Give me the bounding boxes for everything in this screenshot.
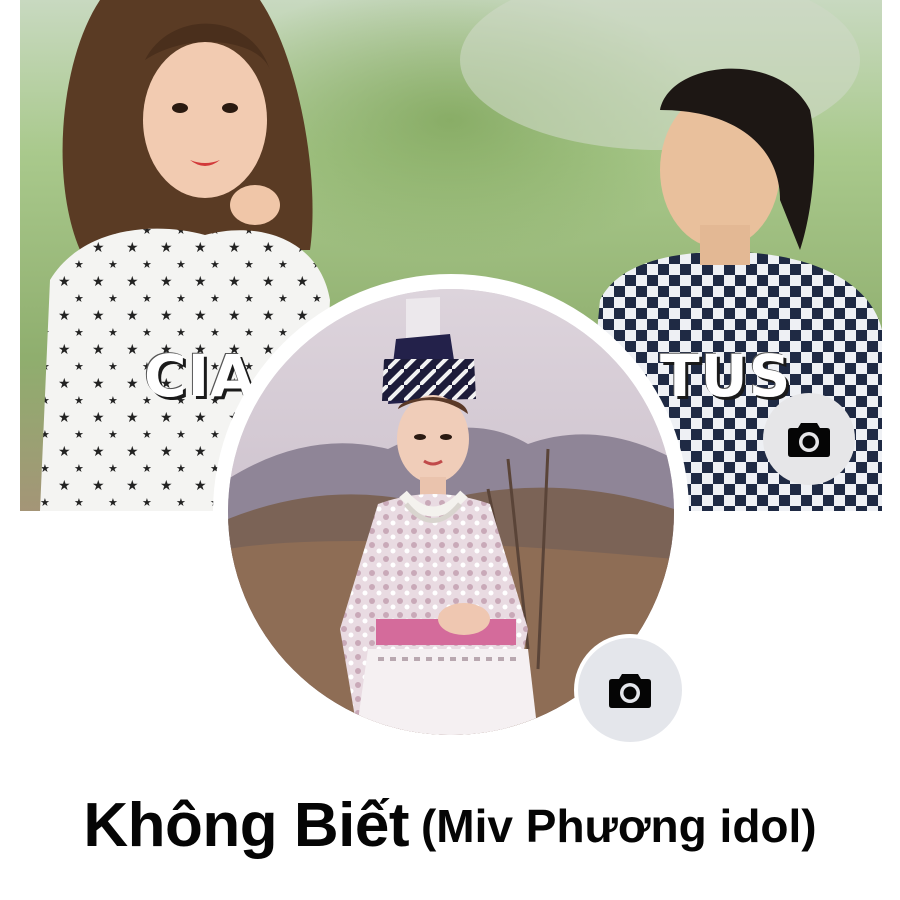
profile-page: ★ ★ [0, 0, 900, 900]
cover-overlay-text-right: TUS [660, 342, 792, 410]
profile-name: Không Biết [83, 791, 409, 860]
profile-name-row: Không Biết (Miv Phương idol) [0, 790, 900, 861]
edit-cover-photo-button[interactable] [763, 393, 855, 485]
edit-profile-photo-button[interactable] [574, 634, 686, 746]
camera-icon [609, 674, 651, 708]
profile-alternate-name: (Miv Phương idol) [420, 799, 817, 852]
camera-icon [788, 423, 830, 457]
